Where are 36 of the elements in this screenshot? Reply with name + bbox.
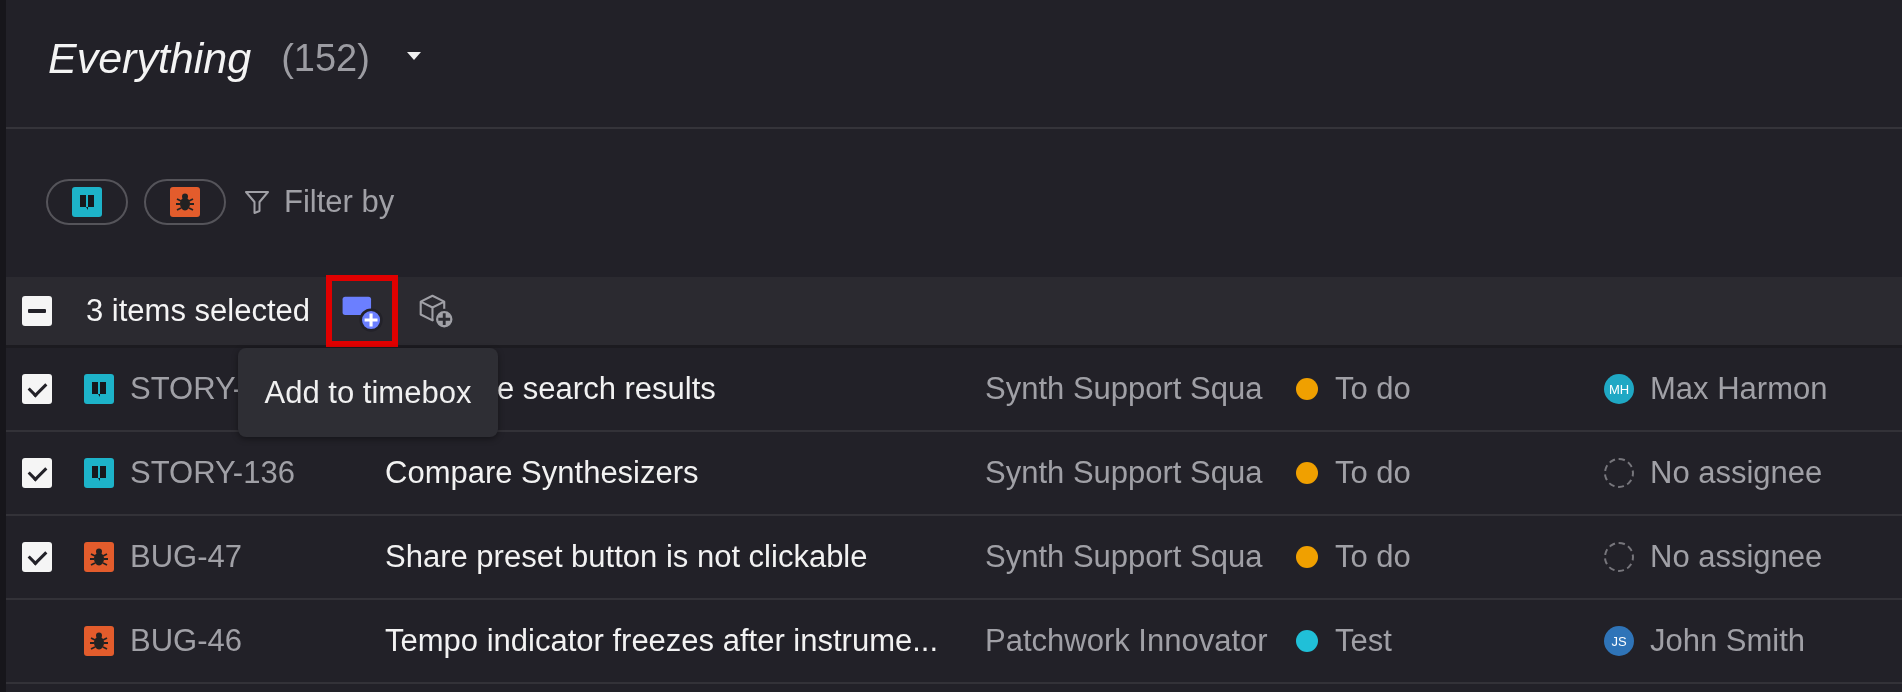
select-all-checkbox[interactable] xyxy=(22,296,52,326)
row-checkbox[interactable] xyxy=(22,374,52,404)
filter-button[interactable]: Filter by xyxy=(242,183,395,220)
status-label: Test xyxy=(1335,623,1392,659)
status-label: To do xyxy=(1335,455,1411,491)
empty-avatar-icon xyxy=(1604,542,1634,572)
avatar: JS xyxy=(1604,626,1634,656)
team-name: Synth Support Squa xyxy=(985,371,1264,407)
row-checkbox[interactable] xyxy=(22,542,52,572)
type-filter-chip[interactable] xyxy=(46,178,128,225)
issue-title[interactable]: Share preset button is not clickable xyxy=(385,539,985,575)
team-name: Synth Support Squa xyxy=(985,455,1264,491)
team-name: Patchwork Innovator xyxy=(985,623,1269,659)
filter-icon xyxy=(244,188,270,215)
team-name: Synth Support Squa xyxy=(985,539,1264,575)
item-count: (152) xyxy=(281,37,370,80)
assignee-name: No assignee xyxy=(1650,455,1823,491)
view-title: Everything xyxy=(48,34,252,83)
row-checkbox[interactable] xyxy=(22,458,52,488)
selection-count: 3 items selected xyxy=(86,293,310,329)
empty-avatar-icon xyxy=(1604,458,1634,488)
assignee-name: John Smith xyxy=(1650,623,1806,659)
assignee-name: No assignee xyxy=(1650,539,1823,575)
status-label: To do xyxy=(1335,539,1411,575)
issue-key[interactable]: BUG-47 xyxy=(130,539,385,575)
avatar: MH xyxy=(1604,374,1634,404)
issue-key[interactable]: BUG-46 xyxy=(130,623,385,659)
caret-icon[interactable] xyxy=(405,50,422,61)
status-label: To do xyxy=(1335,371,1411,407)
tooltip: Add to timebox xyxy=(238,348,498,437)
issue-title[interactable]: Tempo indicator freezes after instrume... xyxy=(385,623,985,659)
timebox-add-button[interactable] xyxy=(326,275,398,347)
type-filter-chip[interactable] xyxy=(144,178,226,225)
issue-title[interactable]: Compare Synthesizers xyxy=(385,455,985,491)
assignee-name: Max Harmon xyxy=(1650,371,1828,407)
issue-key[interactable]: STORY-136 xyxy=(130,455,385,491)
